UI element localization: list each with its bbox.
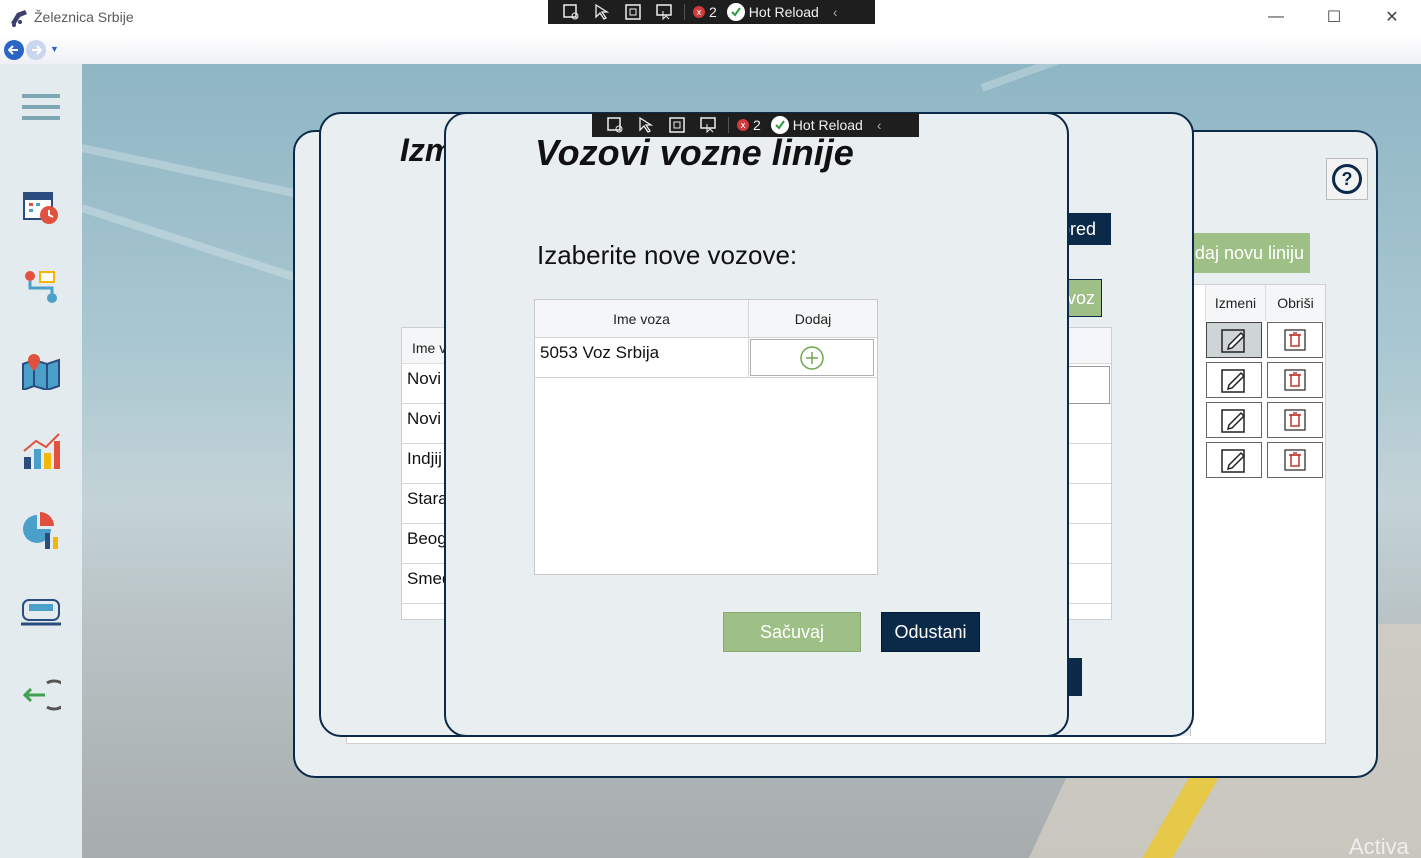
cursor-select-icon[interactable]	[591, 2, 613, 22]
trash-icon	[1284, 449, 1306, 471]
sidebar	[0, 64, 82, 858]
dialog-subtitle: Izaberite nove vozove:	[537, 240, 798, 270]
history-dropdown-icon[interactable]: ▼	[50, 44, 59, 54]
column-divider	[748, 300, 749, 378]
dialog-title: Vozovi vozne linije	[535, 132, 854, 173]
trains-dialog: Vozovi vozne linije Izaberite nove vozov…	[444, 112, 1069, 737]
trash-icon	[1284, 329, 1306, 351]
train-name-cell: 5053 Voz Srbija	[540, 343, 660, 362]
track-focus-icon[interactable]	[697, 115, 719, 135]
column-header-train-name: Ime voza	[535, 300, 748, 338]
lines-table-actions: Izmeni Obriši	[1190, 284, 1326, 744]
maximize-button[interactable]: ☐	[1305, 0, 1363, 34]
hot-reload-label[interactable]: Hot Reload	[793, 117, 863, 133]
delete-button[interactable]	[1267, 322, 1323, 358]
collapse-chevron-icon[interactable]: ‹	[833, 4, 838, 20]
select-element-icon[interactable]	[604, 115, 626, 135]
bar-chart-icon[interactable]	[20, 430, 62, 472]
navigation-bar: ▼	[0, 36, 1421, 64]
track-focus-icon[interactable]	[653, 2, 675, 22]
edit-button[interactable]	[1206, 402, 1262, 438]
pencil-icon	[1221, 449, 1246, 473]
hot-reload-check-icon	[770, 116, 789, 134]
add-train-row-button[interactable]	[750, 339, 874, 376]
column-header-edit: Izmeni	[1205, 285, 1265, 321]
pie-chart-icon[interactable]	[20, 510, 62, 552]
column-header-add: Dodaj	[748, 300, 877, 338]
trash-icon	[1284, 409, 1306, 431]
layout-adorner-icon[interactable]	[666, 115, 688, 135]
map-pin-icon[interactable]	[20, 350, 62, 392]
cancel-button[interactable]: Odustani	[881, 612, 980, 652]
column-header-delete: Obriši	[1265, 285, 1325, 321]
calendar-clock-icon[interactable]	[20, 186, 62, 228]
hot-reload-label[interactable]: Hot Reload	[749, 4, 819, 20]
collapse-chevron-icon[interactable]: ‹	[877, 117, 882, 133]
help-button[interactable]: ?	[1326, 158, 1368, 200]
menu-icon[interactable]	[20, 86, 62, 128]
hot-reload-check-icon	[726, 3, 745, 21]
binding-errors-count[interactable]: x 2	[735, 117, 761, 133]
delete-button[interactable]	[1267, 442, 1323, 478]
hot-reload-toolbar: x 2 Hot Reload ‹	[548, 0, 875, 24]
pencil-icon	[1221, 369, 1246, 393]
hot-reload-toolbar-dialog: x 2 Hot Reload ‹	[592, 113, 919, 137]
edit-button[interactable]	[1206, 362, 1262, 398]
table-row: 5053 Voz Srbija	[535, 338, 877, 378]
plus-circle-icon	[800, 345, 824, 370]
trash-icon	[1284, 369, 1306, 391]
pencil-icon	[1221, 329, 1246, 353]
window-title: Železnica Srbije	[34, 9, 134, 25]
back-arrow-icon[interactable]	[4, 40, 24, 60]
delete-button[interactable]	[1267, 402, 1323, 438]
trains-table: Ime voza Dodaj 5053 Voz Srbija	[534, 299, 878, 575]
delete-button[interactable]	[1267, 362, 1323, 398]
edit-button[interactable]	[1206, 442, 1262, 478]
minimize-button[interactable]: —	[1247, 0, 1305, 34]
close-button[interactable]: ✕	[1363, 0, 1421, 34]
train-icon[interactable]	[20, 590, 62, 632]
layout-adorner-icon[interactable]	[622, 2, 644, 22]
activate-watermark: Activa	[1349, 834, 1409, 858]
forward-arrow-icon[interactable]	[26, 40, 46, 60]
svg-text:x: x	[740, 121, 746, 131]
question-icon: ?	[1332, 164, 1362, 194]
cursor-select-icon[interactable]	[635, 115, 657, 135]
svg-text:x: x	[696, 8, 702, 18]
binding-errors-count[interactable]: x 2	[691, 4, 717, 20]
save-button[interactable]: Sačuvaj	[723, 612, 861, 652]
pencil-icon	[1221, 409, 1246, 433]
select-element-icon[interactable]	[560, 2, 582, 22]
train-logo-icon	[8, 7, 30, 29]
logout-icon[interactable]	[20, 674, 62, 716]
lines-table-bottom	[346, 736, 1326, 744]
edit-button[interactable]	[1206, 322, 1262, 358]
route-icon[interactable]	[20, 266, 62, 308]
